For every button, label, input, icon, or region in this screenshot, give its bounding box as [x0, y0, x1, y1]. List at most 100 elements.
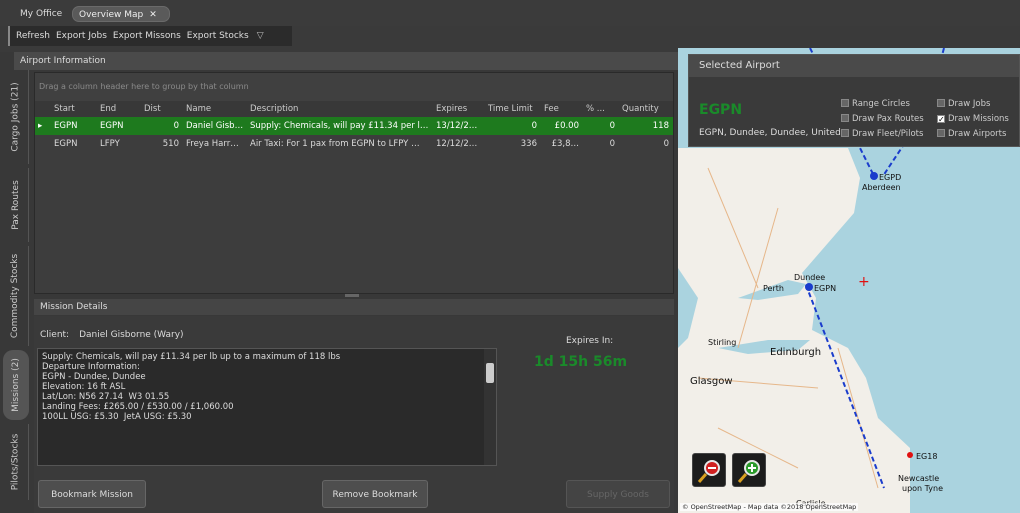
bookmark-mission-button[interactable]: Bookmark Mission [38, 480, 146, 508]
column-header-start[interactable]: Start [51, 101, 97, 117]
checkbox-box [841, 129, 849, 137]
table-row[interactable]: EGPN LFPY 510 Freya Harr… Air Taxi: For … [35, 135, 673, 153]
cell-description: Air Taxi: For 1 pax from EGPN to LFPY … [250, 139, 420, 149]
description-line: 100LL USG: £5.30 JetA USG: £5.30 [42, 412, 192, 422]
side-tab-missions-label: Missions (2) [10, 358, 21, 412]
cell-expires: 12/12/2… [436, 139, 478, 149]
draw-fleet-pilots-checkbox[interactable]: Draw Fleet/Pilots [841, 129, 923, 139]
description-line: Lat/Lon: N56 27.14 W3 01.55 [42, 392, 170, 402]
cell-quantity: 0 [663, 139, 669, 149]
column-header-description[interactable]: Description [247, 101, 433, 117]
group-by-hint: Drag a column header here to group by th… [35, 73, 673, 101]
checkbox-box [937, 129, 945, 137]
chevron-down-icon[interactable]: ▽ [257, 26, 264, 46]
selected-airport-panel: Selected Airport EGPN EGPN, Dundee, Dund… [688, 54, 1020, 147]
side-tab-commodity-stocks[interactable]: Commodity Stocks [3, 246, 29, 346]
cell-time-limit: 336 [520, 139, 537, 149]
splitter-handle[interactable] [345, 294, 359, 297]
cell-end: LFPY [100, 139, 120, 149]
export-jobs-button[interactable]: Export Jobs [56, 26, 107, 46]
checkbox-box [841, 114, 849, 122]
close-icon[interactable]: ✕ [149, 10, 157, 20]
scrollbar-thumb[interactable] [486, 363, 494, 383]
zoom-out-button[interactable] [692, 453, 726, 487]
tab-my-office[interactable]: My Office [14, 6, 68, 22]
cell-fee: £0.00 [554, 121, 579, 131]
cell-quantity: 118 [652, 121, 669, 131]
airport-information-header: Airport Information [14, 52, 678, 70]
cell-dist: 0 [173, 121, 179, 131]
tab-overview-map-label: Overview Map [79, 10, 144, 20]
selected-airport-header: Selected Airport [689, 55, 1019, 77]
map-label: upon Tyne [902, 484, 943, 493]
cell-dist: 510 [162, 139, 179, 149]
egpd-marker[interactable] [870, 172, 878, 180]
cell-percent: 0 [609, 121, 615, 131]
mission-description-box[interactable]: Supply: Chemicals, will pay £11.34 per l… [37, 348, 497, 466]
map-label: EGPN [814, 284, 836, 293]
supply-goods-button[interactable]: Supply Goods [566, 480, 670, 508]
side-tab-missions[interactable]: Missions (2) [3, 350, 29, 420]
column-header-end[interactable]: End [97, 101, 141, 117]
checkbox-label: Draw Missions [948, 114, 1009, 124]
client-info: Client: Daniel Gisborne (Wary) [40, 330, 184, 340]
checkbox-label: Draw Pax Routes [852, 114, 924, 124]
toolbar: Refresh Export Jobs Export Missons Export S… [8, 26, 292, 46]
checkbox-box [937, 99, 945, 107]
airport-name: EGPN, Dundee, Dundee, United Kingdom [699, 128, 841, 138]
client-label: Client: [40, 330, 70, 340]
checkbox-label: Draw Airports [948, 129, 1007, 139]
column-header-percent[interactable]: % ... [583, 101, 619, 117]
column-header-fee[interactable]: Fee [541, 101, 583, 117]
mission-details-panel: Client: Daniel Gisborne (Wary) Supply: Ch… [34, 316, 674, 513]
side-tab-cargo-jobs-label: Cargo Jobs (21) [10, 82, 21, 152]
remove-bookmark-button[interactable]: Remove Bookmark [322, 480, 428, 508]
export-missions-button[interactable]: Export Missons [113, 26, 181, 46]
map-label: Aberdeen [862, 183, 901, 192]
cell-end: EGPN [100, 121, 124, 131]
egpn-marker[interactable] [805, 283, 813, 291]
client-name: Daniel Gisborne (Wary) [79, 330, 184, 340]
map-copyright: © OpenStreetMap - Map data ©2018 OpenStr… [680, 503, 859, 511]
cell-fee: £3,8… [551, 139, 579, 149]
column-header-time-limit[interactable]: Time Limit [485, 101, 541, 117]
side-tab-commodity-stocks-label: Commodity Stocks [10, 253, 21, 339]
description-line: Departure Information: [42, 362, 140, 372]
document-tab-bar: My Office Overview Map ✕ [0, 0, 1020, 26]
side-tab-pax-routes[interactable]: Pax Routes [3, 168, 29, 242]
draw-jobs-checkbox[interactable]: Draw Jobs [937, 99, 990, 109]
side-tab-cargo-jobs[interactable]: Cargo Jobs (21) [3, 70, 29, 164]
row-indicator-icon [35, 135, 51, 153]
description-line: Supply: Chemicals, will pay £11.34 per l… [42, 352, 341, 362]
checkbox-box [841, 99, 849, 107]
column-header-dist[interactable]: Dist [141, 101, 183, 117]
refresh-button[interactable]: Refresh [16, 26, 50, 46]
draw-airports-checkbox[interactable]: Draw Airports [937, 129, 1006, 139]
column-header-name[interactable]: Name [183, 101, 247, 117]
mission-details-header: Mission Details [34, 299, 674, 315]
cell-start: EGPN [54, 121, 78, 131]
crosshair-icon: + [858, 274, 870, 290]
cell-name: Freya Harr… [186, 139, 239, 149]
table-row[interactable]: ▸ EGPN EGPN 0 Daniel Gisb… Supply: Chemi… [35, 117, 673, 135]
zoom-in-button[interactable] [732, 453, 766, 487]
side-tab-strip: Cargo Jobs (21) Pax Routes Commodity Sto… [0, 70, 32, 510]
side-tab-pax-routes-label: Pax Routes [10, 180, 21, 230]
map-label: Edinburgh [770, 347, 821, 358]
checkbox-label: Draw Fleet/Pilots [852, 129, 924, 139]
side-tab-pilots-stocks[interactable]: Pilots/Stocks [3, 424, 29, 500]
zoom-out-icon [697, 460, 720, 483]
export-stocks-button[interactable]: Export Stocks [187, 26, 249, 46]
grid-header-row: Start End Dist Name Description Expires … [35, 101, 673, 117]
map-label: Newcastle [898, 474, 939, 483]
eg18-marker[interactable] [907, 452, 913, 458]
cell-start: EGPN [54, 139, 78, 149]
description-scrollbar[interactable] [484, 349, 496, 465]
column-header-expires[interactable]: Expires [433, 101, 485, 117]
tab-overview-map[interactable]: Overview Map ✕ [72, 6, 170, 22]
column-header-quantity[interactable]: Quantity [619, 101, 673, 117]
draw-pax-routes-checkbox[interactable]: Draw Pax Routes [841, 114, 924, 124]
description-line: Elevation: 16 ft ASL [42, 382, 126, 392]
draw-missions-checkbox[interactable]: ✓ Draw Missions [937, 114, 1009, 124]
range-circles-checkbox[interactable]: Range Circles [841, 99, 910, 109]
